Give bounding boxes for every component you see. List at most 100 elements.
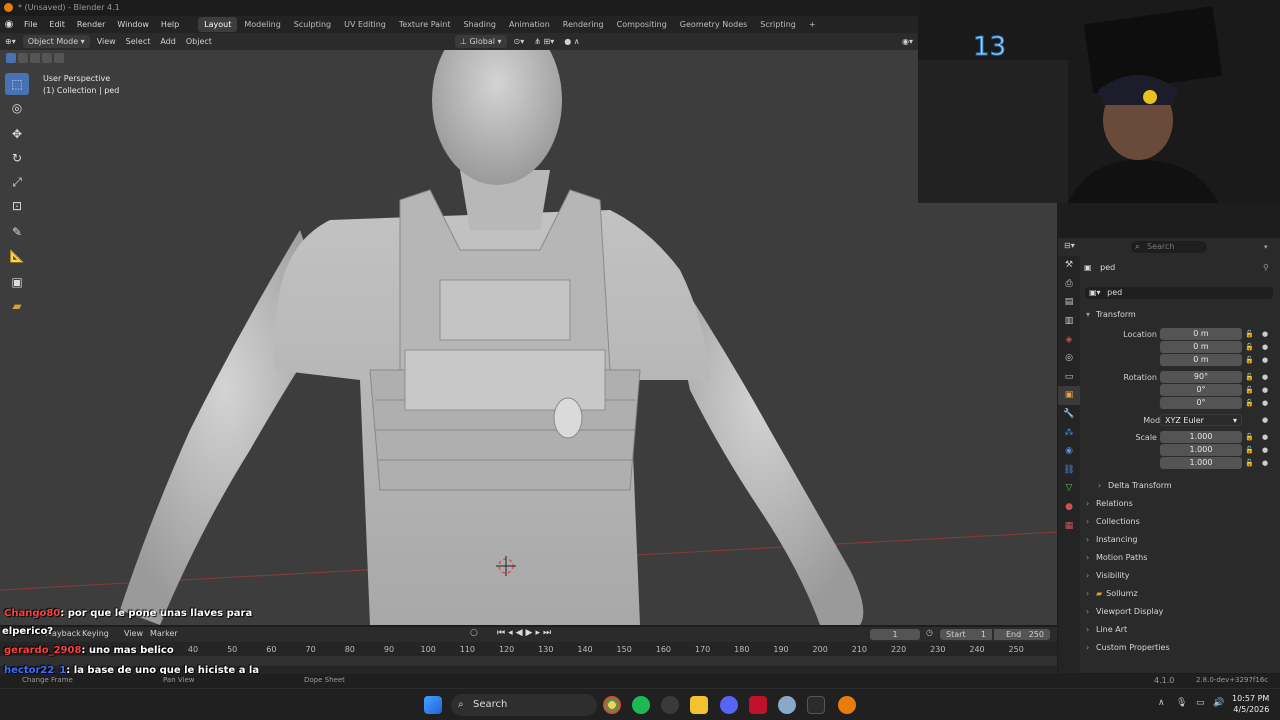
tab-compositing[interactable]: Compositing bbox=[611, 17, 673, 32]
instancing-header[interactable]: › Instancing bbox=[1086, 531, 1276, 548]
world-tab-icon[interactable]: ◎ bbox=[1058, 349, 1080, 368]
acrobat-icon[interactable] bbox=[749, 696, 767, 714]
transform-icon[interactable]: ⊡ bbox=[5, 195, 29, 217]
github-icon[interactable] bbox=[661, 696, 679, 714]
terminal-icon[interactable] bbox=[807, 696, 825, 714]
view-layer-tab-icon[interactable]: ▥ bbox=[1058, 312, 1080, 331]
clock[interactable]: 10:57 PM 4/5/2026 bbox=[1232, 693, 1269, 715]
delta-transform-header[interactable]: › Delta Transform bbox=[1098, 477, 1268, 494]
tab-sculpting[interactable]: Sculpting bbox=[288, 17, 337, 32]
particles-tab-icon[interactable]: ⁂ bbox=[1058, 423, 1080, 442]
keyframe-dot-icon[interactable]: ● bbox=[1262, 384, 1268, 397]
properties-options-icon[interactable]: ▾ bbox=[1264, 243, 1268, 251]
data-tab-icon[interactable]: ▽ bbox=[1058, 479, 1080, 498]
tool-tab-icon[interactable]: ⚒ bbox=[1058, 256, 1080, 275]
menu-object[interactable]: Object bbox=[181, 33, 217, 50]
add-cube-icon[interactable]: ▣ bbox=[5, 271, 29, 293]
lock-icon[interactable]: 🔓 bbox=[1245, 457, 1254, 470]
location-z-field[interactable]: 0 m bbox=[1160, 354, 1242, 366]
collections-header[interactable]: › Collections bbox=[1086, 513, 1276, 530]
properties-search-input[interactable]: ⌕ Search bbox=[1131, 241, 1207, 253]
collection-tab-icon[interactable]: ▭ bbox=[1058, 368, 1080, 387]
scale-z-field[interactable]: 1.000 bbox=[1160, 457, 1242, 469]
taskbar-search[interactable]: ⌕ Search bbox=[451, 694, 597, 716]
sollumz-header[interactable]: › ▰ Sollumz bbox=[1086, 585, 1276, 602]
tab-rendering[interactable]: Rendering bbox=[557, 17, 610, 32]
end-frame-field[interactable]: End 250 bbox=[994, 629, 1050, 640]
add-workspace-button[interactable]: + bbox=[803, 17, 822, 32]
keyframe-dot-icon[interactable]: ● bbox=[1262, 431, 1268, 444]
move-icon[interactable]: ✥ bbox=[5, 123, 29, 145]
volume-icon[interactable]: 🔊 bbox=[1213, 698, 1224, 708]
menu-render[interactable]: Render bbox=[71, 16, 111, 33]
menu-window[interactable]: Window bbox=[111, 16, 155, 33]
network-icon[interactable]: ▭ bbox=[1196, 698, 1205, 708]
tab-shading[interactable]: Shading bbox=[457, 17, 502, 32]
lock-icon[interactable]: 🔓 bbox=[1245, 384, 1254, 397]
tab-animation[interactable]: Animation bbox=[503, 17, 556, 32]
lock-icon[interactable]: 🔓 bbox=[1245, 431, 1254, 444]
keyframe-dot-icon[interactable]: ● bbox=[1262, 414, 1268, 427]
tab-layout[interactable]: Layout bbox=[198, 17, 238, 32]
lock-icon[interactable]: 🔓 bbox=[1245, 354, 1254, 367]
3d-viewport[interactable] bbox=[0, 50, 1057, 625]
keyframe-dot-icon[interactable]: ● bbox=[1262, 354, 1268, 367]
discord-icon[interactable] bbox=[720, 696, 738, 714]
tab-texture-paint[interactable]: Texture Paint bbox=[393, 17, 457, 32]
start-frame-field[interactable]: Start 1 bbox=[940, 629, 992, 640]
rotation-y-field[interactable]: 0° bbox=[1160, 384, 1242, 396]
keyframe-dot-icon[interactable]: ● bbox=[1262, 371, 1268, 384]
tab-modeling[interactable]: Modeling bbox=[238, 17, 286, 32]
tab-uv-editing[interactable]: UV Editing bbox=[338, 17, 392, 32]
viewport-display-header[interactable]: › Viewport Display bbox=[1086, 603, 1276, 620]
blender-taskbar-icon[interactable] bbox=[838, 696, 856, 714]
line-art-header[interactable]: › Line Art bbox=[1086, 621, 1276, 638]
view-menu[interactable]: View bbox=[124, 629, 143, 638]
keyframe-dot-icon[interactable]: ● bbox=[1262, 457, 1268, 470]
spotify-icon[interactable] bbox=[632, 696, 650, 714]
visibility-header[interactable]: › Visibility bbox=[1086, 567, 1276, 584]
lock-icon[interactable]: 🔓 bbox=[1245, 328, 1254, 341]
snap-icon[interactable]: ⋔ ⊞▾ bbox=[529, 33, 559, 50]
lock-icon[interactable]: 🔓 bbox=[1245, 397, 1254, 410]
microphone-icon[interactable]: 🎙 bbox=[1176, 698, 1187, 708]
select-box-icon[interactable]: ⬚ bbox=[5, 73, 29, 95]
motion-paths-header[interactable]: › Motion Paths bbox=[1086, 549, 1276, 566]
lock-icon[interactable]: 🔓 bbox=[1245, 341, 1254, 354]
current-frame-field[interactable]: 1 bbox=[870, 629, 920, 640]
location-x-field[interactable]: 0 m bbox=[1160, 328, 1242, 340]
windows-start-icon[interactable] bbox=[424, 696, 442, 714]
scale-icon[interactable]: ⤢ bbox=[5, 171, 29, 193]
settings-icon[interactable] bbox=[778, 696, 796, 714]
location-y-field[interactable]: 0 m bbox=[1160, 341, 1242, 353]
custom-properties-header[interactable]: › Custom Properties bbox=[1086, 639, 1276, 656]
tray-chevron-icon[interactable]: ∧ bbox=[1158, 698, 1165, 708]
measure-icon[interactable]: 📐 bbox=[5, 245, 29, 267]
object-tab-icon[interactable]: ▣ bbox=[1058, 386, 1080, 405]
select-new-icon[interactable] bbox=[6, 53, 16, 63]
cursor-icon[interactable]: ◎ bbox=[5, 97, 29, 119]
lock-icon[interactable]: 🔓 bbox=[1245, 371, 1254, 384]
menu-help[interactable]: Help bbox=[155, 16, 185, 33]
annotate-icon[interactable]: ✎ bbox=[5, 221, 29, 243]
editor-type-icon[interactable]: ⊕▾ bbox=[0, 33, 21, 50]
transform-section-header[interactable]: ▾ Transform bbox=[1086, 306, 1276, 323]
chrome-icon[interactable] bbox=[603, 696, 621, 714]
select-extend-icon[interactable] bbox=[18, 53, 28, 63]
menu-select[interactable]: Select bbox=[121, 33, 156, 50]
material-tab-icon[interactable]: ● bbox=[1058, 498, 1080, 517]
scale-x-field[interactable]: 1.000 bbox=[1160, 431, 1242, 443]
keying-menu[interactable]: Keying bbox=[82, 629, 109, 638]
output-tab-icon[interactable]: ▤ bbox=[1058, 293, 1080, 312]
constraints-tab-icon[interactable]: ⛓ bbox=[1058, 461, 1080, 480]
tab-scripting[interactable]: Scripting bbox=[754, 17, 802, 32]
rotate-icon[interactable]: ↻ bbox=[5, 147, 29, 169]
transform-orientation-dropdown[interactable]: ⊥ Global ▾ bbox=[454, 35, 507, 48]
menu-edit[interactable]: Edit bbox=[43, 16, 71, 33]
keyframe-dot-icon[interactable]: ● bbox=[1262, 397, 1268, 410]
physics-tab-icon[interactable]: ◉ bbox=[1058, 442, 1080, 461]
pivot-icon[interactable]: ⊙▾ bbox=[509, 33, 530, 50]
select-intersect-icon[interactable] bbox=[54, 53, 64, 63]
proportional-edit-icon[interactable]: ● ∧ bbox=[559, 33, 584, 50]
visibility-icon[interactable]: ◉▾ bbox=[897, 33, 918, 50]
